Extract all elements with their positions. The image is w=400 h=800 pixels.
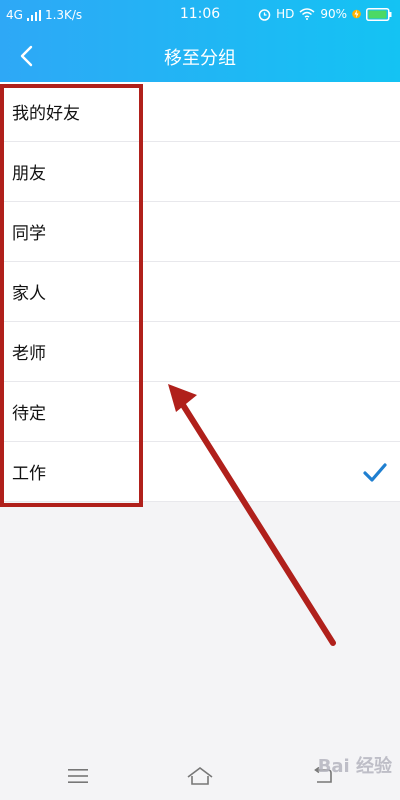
header: 4G 1.3K/s 11:06 HD 90% 移至分组 bbox=[0, 0, 400, 82]
wifi-icon bbox=[299, 8, 315, 20]
charging-icon bbox=[352, 9, 361, 19]
annotation-highlight-box bbox=[0, 84, 143, 507]
page-title: 移至分组 bbox=[164, 48, 236, 69]
home-nav-button[interactable] bbox=[182, 760, 218, 792]
title-bar: 移至分组 bbox=[0, 30, 400, 82]
watermark: Bai 经验 bbox=[317, 756, 392, 777]
hd-badge: HD bbox=[276, 7, 295, 21]
battery-icon bbox=[366, 7, 392, 21]
check-icon bbox=[363, 463, 387, 482]
home-icon bbox=[187, 767, 213, 785]
menu-nav-button[interactable] bbox=[60, 760, 96, 792]
alarm-icon bbox=[258, 8, 271, 21]
menu-icon bbox=[68, 769, 88, 783]
battery-percent: 90% bbox=[320, 7, 347, 21]
status-right: HD 90% bbox=[258, 7, 392, 21]
status-bar: 4G 1.3K/s 11:06 HD 90% bbox=[0, 0, 400, 30]
